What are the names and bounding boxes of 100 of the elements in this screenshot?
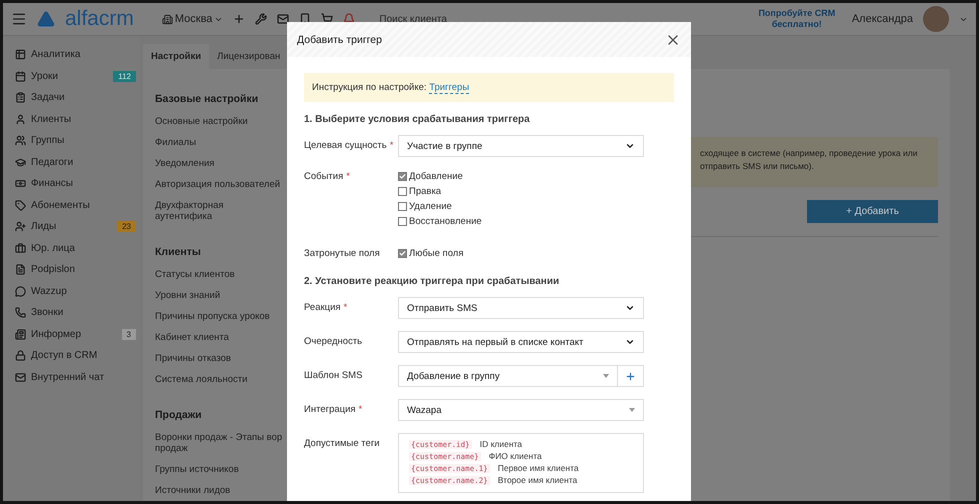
sidebar-item[interactable]: Аналитика bbox=[15, 44, 140, 66]
settings-link[interactable]: Филиалы bbox=[155, 136, 283, 149]
select-field[interactable]: Отправить SMS bbox=[398, 297, 644, 319]
sidebar-item-icon bbox=[15, 372, 26, 383]
checkbox-label: Любые поля bbox=[409, 248, 464, 258]
bell-icon[interactable] bbox=[343, 13, 356, 25]
settings-link[interactable]: Система лояльности bbox=[155, 374, 283, 386]
field-label: Затронутые поля bbox=[304, 247, 381, 260]
field-label: Интеграция * bbox=[304, 403, 364, 417]
sidebar-item-icon bbox=[15, 286, 26, 297]
settings-link[interactable]: Воронки продаж - Этапы вор продаж bbox=[155, 432, 283, 456]
count-badge: 112 bbox=[113, 70, 136, 82]
logo-icon bbox=[37, 10, 55, 28]
select-field[interactable]: Wazapa bbox=[399, 400, 643, 420]
sidebar-item-icon bbox=[15, 49, 26, 60]
sidebar-item[interactable]: Wazzup bbox=[15, 280, 140, 302]
branch-dropdown[interactable]: Москва bbox=[162, 13, 224, 25]
checkbox-label: Добавление bbox=[409, 170, 463, 182]
sidebar-item[interactable]: Внутренний чат bbox=[15, 366, 140, 388]
settings-link[interactable]: Источники лидов bbox=[155, 485, 283, 497]
sidebar-item-icon bbox=[15, 92, 26, 104]
sidebar-item-icon bbox=[15, 114, 26, 125]
tag-description: ФИО клиента bbox=[488, 451, 542, 461]
checkbox-label: Восстановление bbox=[409, 216, 482, 226]
sidebar-item[interactable]: Podpislon bbox=[15, 259, 140, 280]
required-mark: * bbox=[346, 171, 350, 182]
required-mark: * bbox=[390, 140, 394, 151]
sidebar-item-icon bbox=[15, 178, 26, 190]
checkbox[interactable] bbox=[398, 216, 407, 226]
add-button[interactable]: + Добавить bbox=[807, 200, 938, 222]
count-badge: 23 bbox=[117, 221, 136, 232]
sidebar-item-icon bbox=[15, 221, 26, 232]
section-heading: Базовые настройки bbox=[155, 93, 260, 105]
tag-description: ID клиента bbox=[480, 439, 522, 449]
field-label: Шаблон SMS bbox=[304, 369, 364, 383]
count-badge: 3 bbox=[122, 328, 136, 340]
checkbox[interactable] bbox=[398, 202, 407, 210]
sidebar-item[interactable]: Информер 3 bbox=[15, 324, 140, 345]
settings-link[interactable]: Уведомления bbox=[155, 158, 283, 170]
envelope-icon[interactable] bbox=[277, 13, 290, 25]
settings-link[interactable]: Авторизация пользователей bbox=[155, 178, 283, 190]
menu-icon[interactable] bbox=[11, 11, 27, 27]
required-mark: * bbox=[344, 302, 348, 313]
search-field[interactable]: Поиск клиента bbox=[377, 12, 518, 26]
field-label: Целевая сущность * bbox=[304, 139, 394, 153]
sidebar-item-icon bbox=[15, 242, 26, 254]
settings-link[interactable]: Группы источников bbox=[155, 464, 283, 476]
chevron-icon bbox=[625, 337, 635, 347]
sidebar-item[interactable]: Абонементы bbox=[15, 194, 140, 216]
sidebar-item[interactable]: Финансы bbox=[15, 173, 140, 194]
section-title: 2. Установите реакцию триггера при срабатывании bbox=[304, 276, 560, 287]
checkbox[interactable] bbox=[398, 172, 407, 180]
sidebar-item[interactable]: Задачи bbox=[15, 87, 140, 108]
sidebar-item[interactable]: Доступ в CRM bbox=[15, 345, 140, 366]
sidebar-item[interactable]: Группы bbox=[15, 130, 140, 152]
sidebar-item[interactable]: Звонки bbox=[15, 302, 140, 324]
sidebar-item-icon bbox=[15, 307, 26, 318]
sidebar-item[interactable]: Педагоги bbox=[15, 152, 140, 173]
modal-title: Добавить триггер bbox=[297, 34, 383, 46]
section-heading: Клиенты bbox=[155, 246, 202, 258]
logo: alfacrm bbox=[65, 7, 134, 31]
settings-link[interactable]: Двухфакторная аутентифика bbox=[155, 200, 283, 224]
wrench-icon[interactable] bbox=[255, 13, 268, 25]
tab[interactable]: Лицензирован bbox=[209, 44, 288, 69]
user-name: Александра bbox=[852, 13, 913, 25]
sidebar-item-icon bbox=[15, 350, 26, 362]
settings-link[interactable]: Причины отказов bbox=[155, 352, 283, 365]
building-icon bbox=[162, 14, 173, 24]
settings-link[interactable]: Уровни знаний bbox=[155, 290, 283, 302]
promo-link[interactable]: Попробуйте CRM бесплатно! bbox=[752, 8, 842, 30]
sidebar-item-icon bbox=[15, 200, 26, 211]
settings-link[interactable]: Основные настройки bbox=[155, 116, 283, 128]
info-text: Инструкция по настройке: Триггеры bbox=[304, 73, 674, 102]
checkbox-label: Удаление bbox=[409, 200, 452, 212]
sidebar-item[interactable]: Уроки 112 bbox=[15, 66, 140, 87]
field-label: События * bbox=[304, 170, 351, 184]
sidebar-item[interactable]: Клиенты bbox=[15, 108, 140, 130]
sidebar-item-icon bbox=[15, 156, 26, 168]
sidebar-item[interactable]: Лиды 23 bbox=[15, 216, 140, 238]
chevron-icon bbox=[625, 303, 635, 313]
note-text: сходящее в системе (например, проведение урока или bbox=[700, 147, 918, 160]
caret-icon bbox=[629, 408, 635, 412]
select-field[interactable]: Отправлять на первый в списке контакт bbox=[398, 331, 644, 353]
checkbox[interactable] bbox=[398, 248, 407, 258]
settings-link[interactable]: Статусы клиентов bbox=[155, 269, 283, 282]
sidebar-item-icon bbox=[15, 328, 26, 340]
select-field[interactable]: Участие в группе bbox=[398, 135, 644, 157]
help-link[interactable]: Триггеры bbox=[429, 82, 470, 94]
tab[interactable]: Настройки bbox=[143, 44, 210, 69]
plus-icon[interactable] bbox=[233, 13, 246, 25]
section-heading: Продажи bbox=[155, 408, 203, 420]
sidebar-item[interactable]: Юр. лица bbox=[15, 238, 140, 259]
checkbox[interactable] bbox=[398, 186, 407, 196]
tag-description: Второе имя клиента bbox=[498, 475, 578, 485]
checkbox-label: Правка bbox=[409, 186, 442, 196]
settings-link[interactable]: Кабинет клиента bbox=[155, 332, 283, 344]
note-text: отправить SMS или письмо). bbox=[700, 160, 815, 172]
sidebar-item-icon bbox=[15, 135, 26, 146]
settings-link[interactable]: Причины пропуска уроков bbox=[155, 311, 283, 323]
sidebar-item-icon bbox=[15, 264, 26, 276]
